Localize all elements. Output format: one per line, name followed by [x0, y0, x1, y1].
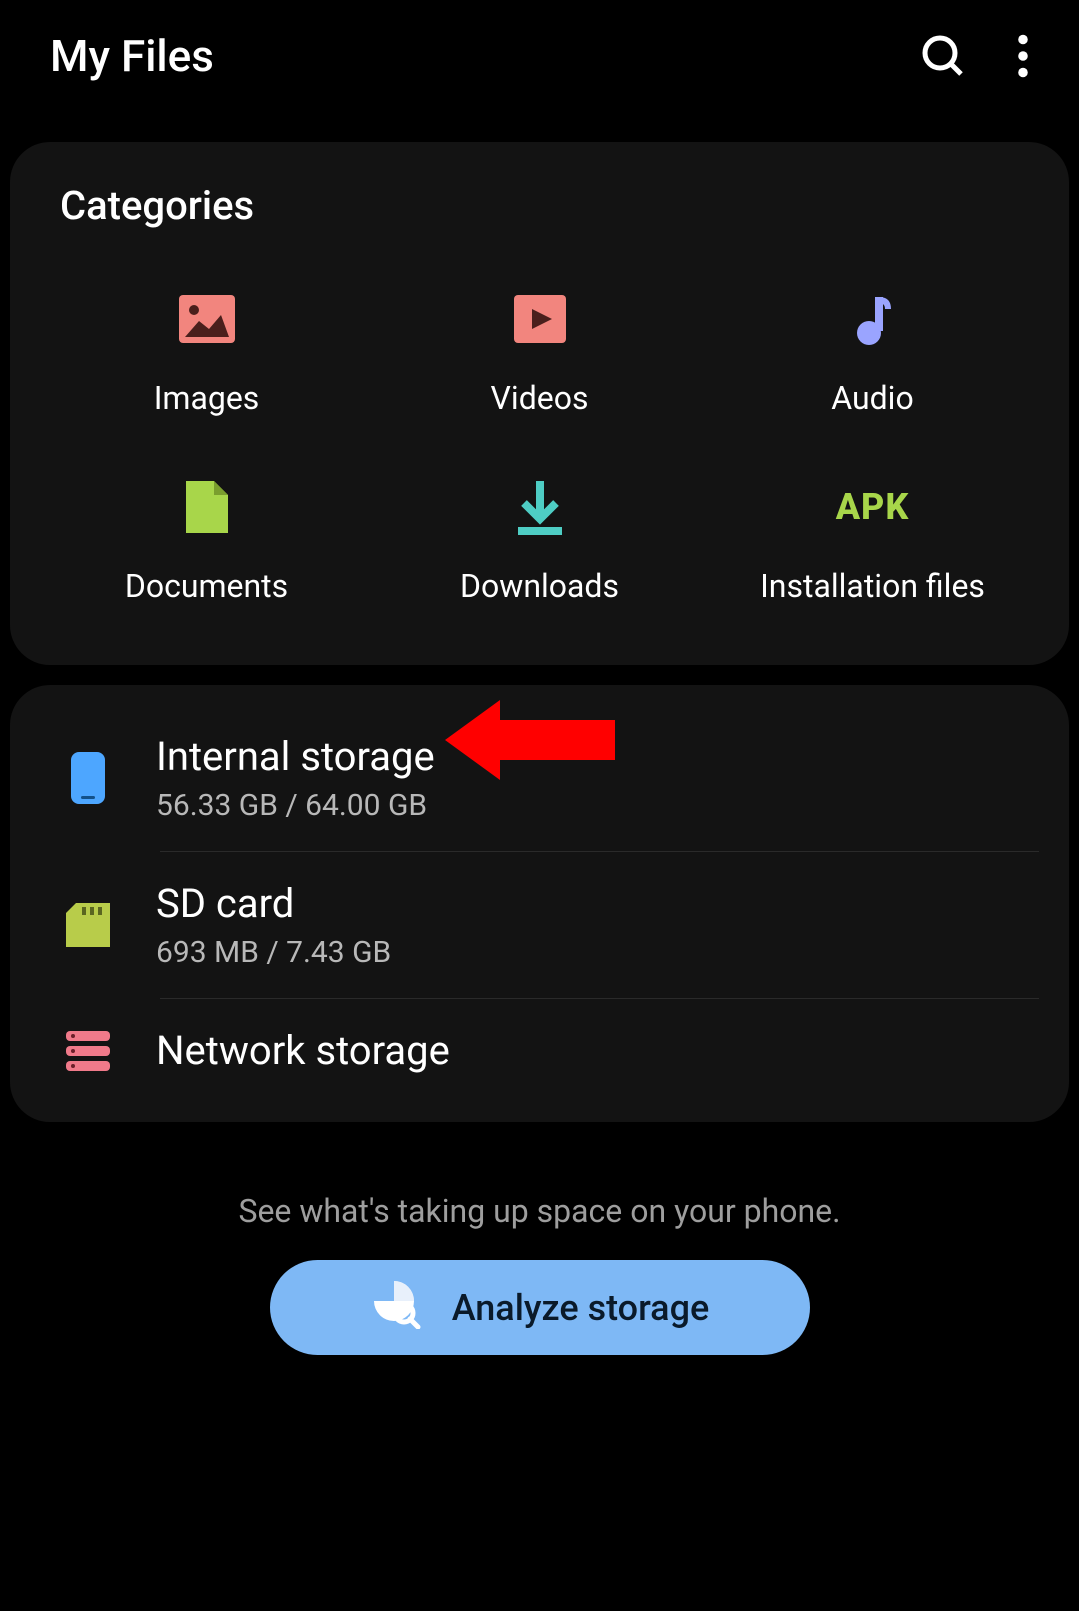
category-videos[interactable]: Videos [373, 289, 706, 417]
storage-subtitle: 693 MB / 7.43 GB [156, 935, 391, 970]
storage-sd-card[interactable]: SD card 693 MB / 7.43 GB [40, 852, 1039, 998]
category-audio[interactable]: Audio [706, 289, 1039, 417]
category-label: Documents [125, 567, 288, 605]
storage-title: Internal storage [156, 733, 435, 780]
categories-title: Categories [40, 182, 1039, 269]
videos-icon [510, 289, 570, 349]
phone-icon [60, 752, 116, 804]
category-label: Installation files [760, 567, 985, 605]
category-images[interactable]: Images [40, 289, 373, 417]
network-icon [60, 1031, 116, 1071]
storage-network[interactable]: Network storage [40, 999, 1039, 1102]
images-icon [177, 289, 237, 349]
more-options-icon[interactable] [1017, 34, 1029, 78]
category-label: Audio [831, 379, 913, 417]
storage-internal[interactable]: Internal storage 56.33 GB / 64.00 GB [40, 705, 1039, 851]
categories-card: Categories Images Videos [10, 142, 1069, 665]
apk-icon: APK [843, 477, 903, 537]
downloads-icon [510, 477, 570, 537]
audio-icon [843, 289, 903, 349]
storage-subtitle: 56.33 GB / 64.00 GB [156, 788, 435, 823]
storage-title: SD card [156, 880, 391, 927]
storage-title: Network storage [156, 1027, 450, 1074]
category-documents[interactable]: Documents [40, 477, 373, 605]
analyze-icon [370, 1277, 422, 1338]
storage-card: Internal storage 56.33 GB / 64.00 GB SD … [10, 685, 1069, 1122]
analyze-label: Analyze storage [452, 1287, 710, 1329]
category-label: Videos [491, 379, 589, 417]
analyze-storage-button[interactable]: Analyze storage [270, 1260, 810, 1355]
app-header: My Files [0, 0, 1079, 122]
category-label: Images [154, 379, 260, 417]
documents-icon [177, 477, 237, 537]
page-title: My Files [50, 30, 919, 82]
sd-icon [60, 903, 116, 947]
search-icon[interactable] [919, 32, 967, 80]
category-downloads[interactable]: Downloads [373, 477, 706, 605]
category-label: Downloads [460, 567, 619, 605]
category-installation-files[interactable]: APK Installation files [706, 477, 1039, 605]
storage-hint: See what's taking up space on your phone… [0, 1192, 1079, 1230]
